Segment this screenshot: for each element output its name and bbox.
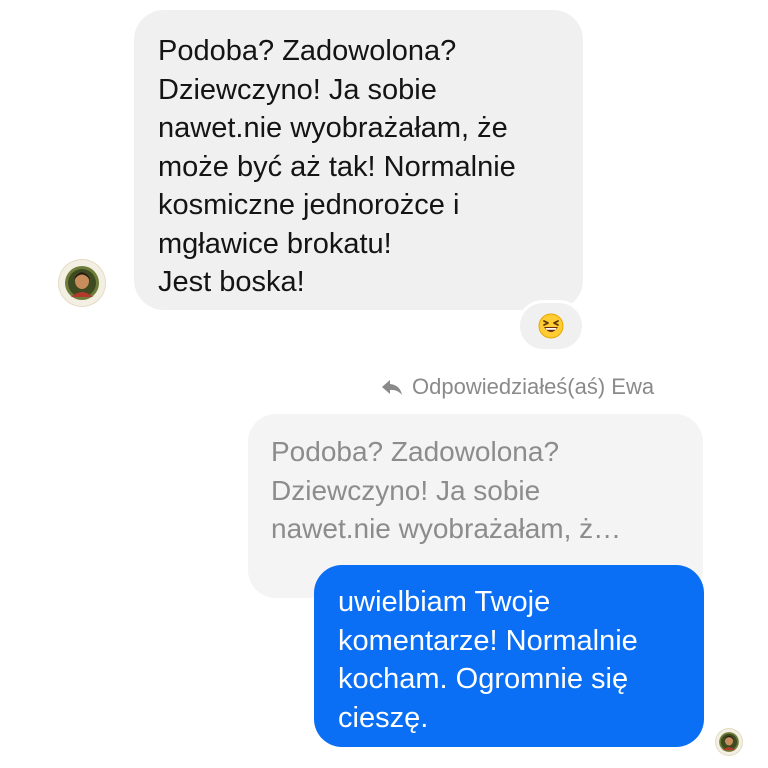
sent-message-line: cieszę.: [338, 701, 429, 734]
grinning-squinting-face-icon: [538, 313, 564, 339]
sender-avatar[interactable]: [58, 259, 106, 307]
sent-message-line: uwielbiam Twoje: [338, 586, 551, 618]
received-message-line: Podoba? Zadowolona?: [158, 35, 457, 67]
received-message-line: Jest boska!: [158, 266, 305, 298]
received-message-line: nawet.nie wyobrażałam, że: [158, 112, 508, 144]
sent-message-line: kocham. Ogromnie się: [338, 663, 629, 695]
read-receipt-avatar: [715, 728, 743, 756]
received-message-line: może być aż tak! Normalnie: [158, 150, 516, 183]
received-message-line: kosmiczne jednorożce i: [158, 189, 460, 221]
received-message-bubble[interactable]: Podoba? Zadowolona? Dziewczyno! Ja sobie…: [134, 10, 583, 310]
quoted-message-line: Dziewczyno! Ja sobie: [271, 474, 541, 506]
quoted-message-line: Podoba? Zadowolona?: [271, 436, 560, 467]
read-receipt-avatar-image: [719, 732, 739, 752]
quoted-message-line: nawet.nie wyobrażałam, ż…: [271, 513, 622, 544]
sender-avatar-image: [65, 266, 99, 300]
message-reaction[interactable]: [520, 303, 582, 349]
received-message-line: mgławice brokatu!: [158, 227, 392, 260]
reply-indicator: Odpowiedziałeś(aś) Ewa: [380, 374, 654, 400]
sent-message-line: komentarze! Normalnie: [338, 624, 638, 657]
reply-arrow-icon: [382, 380, 402, 395]
reply-label-text: Odpowiedziałeś(aś) Ewa: [412, 374, 655, 399]
received-message-line: Dziewczyno! Ja sobie: [158, 73, 437, 106]
sent-message-bubble[interactable]: uwielbiam Twoje komentarze! Normalnie ko…: [314, 565, 704, 747]
